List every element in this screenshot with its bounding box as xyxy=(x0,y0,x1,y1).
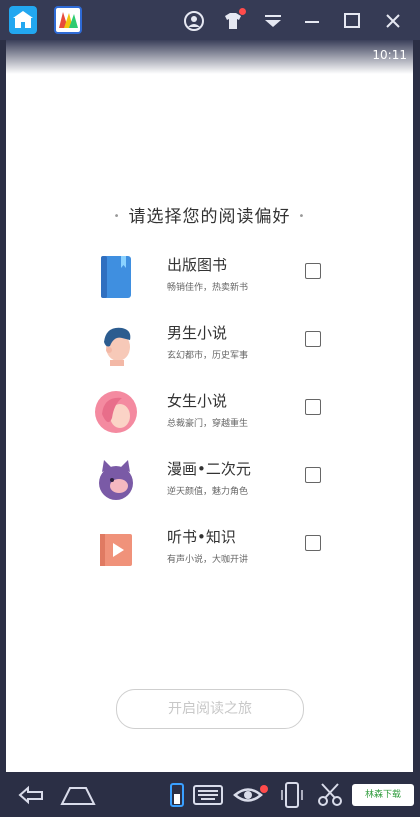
notification-dot xyxy=(239,8,246,15)
scissors-icon[interactable] xyxy=(316,782,344,815)
page-title-text: 请选择您的阅读偏好 xyxy=(128,207,291,227)
phone-shake-icon[interactable] xyxy=(280,782,304,815)
book-icon xyxy=(101,256,131,298)
maximize-icon[interactable] xyxy=(341,10,363,32)
heading-bullet-right: • xyxy=(298,211,306,222)
phone-screen: 10:11 • 请选择您的阅读偏好 • 出版图书 畅销佳作，热卖新书 男生小说 玄幻… xyxy=(6,40,413,772)
option-audiobooks[interactable]: 听书•知识 有声小说，大咖开讲 xyxy=(92,520,332,576)
emulator-top-bar xyxy=(0,0,420,40)
option-checkbox[interactable] xyxy=(305,331,321,347)
close-icon[interactable] xyxy=(382,10,404,32)
option-published-books[interactable]: 出版图书 畅销佳作，热卖新书 xyxy=(92,248,332,304)
option-male-novels[interactable]: 男生小说 玄幻都市，历史军事 xyxy=(92,316,332,372)
option-checkbox[interactable] xyxy=(305,467,321,483)
option-title: 女生小说 xyxy=(167,392,228,410)
minimize-icon[interactable] xyxy=(301,10,323,32)
heading-bullet-left: • xyxy=(113,211,121,222)
android-home-icon[interactable] xyxy=(58,782,98,815)
status-bar: 10:11 xyxy=(6,40,413,74)
option-checkbox[interactable] xyxy=(305,399,321,415)
home-tab-button[interactable] xyxy=(9,6,37,34)
audiobook-icon xyxy=(100,534,132,566)
reader-app-tab[interactable] xyxy=(54,6,82,34)
eye-icon[interactable] xyxy=(232,782,270,815)
option-checkbox[interactable] xyxy=(305,535,321,551)
option-subtitle: 逆天颜值，魅力角色 xyxy=(167,487,249,497)
keyboard-icon[interactable] xyxy=(192,782,224,815)
option-title: 听书•知识 xyxy=(167,528,236,546)
female-avatar-icon xyxy=(95,391,137,433)
dropdown-menu-icon[interactable] xyxy=(262,10,284,32)
option-subtitle: 玄幻都市，历史军事 xyxy=(167,351,249,361)
screen-rotate-icon[interactable] xyxy=(168,782,186,815)
option-subtitle: 有声小说，大咖开讲 xyxy=(167,555,249,565)
reader-app-icon xyxy=(59,12,78,28)
brand-label: 林森下载 xyxy=(364,790,401,800)
anime-character-icon xyxy=(99,460,133,500)
option-subtitle: 总裁豪门，穿越重生 xyxy=(167,419,249,429)
status-time: 10:11 xyxy=(372,48,407,62)
brand-logo: 林森下载 xyxy=(352,784,414,806)
home-icon xyxy=(13,11,33,28)
option-subtitle: 畅销佳作，热卖新书 xyxy=(167,283,249,293)
option-checkbox[interactable] xyxy=(305,263,321,279)
option-female-novels[interactable]: 女生小说 总裁豪门，穿越重生 xyxy=(92,384,332,440)
emulator-bottom-bar: 林森下载 xyxy=(0,772,420,817)
option-comics[interactable]: 漫画•二次元 逆天颜值，魅力角色 xyxy=(92,452,332,508)
skin-shirt-icon[interactable] xyxy=(222,8,246,32)
option-title: 漫画•二次元 xyxy=(167,460,251,478)
option-title: 男生小说 xyxy=(167,324,228,342)
male-avatar-icon xyxy=(104,327,131,366)
page-title: • 请选择您的阅读偏好 • xyxy=(6,202,413,227)
option-title: 出版图书 xyxy=(167,256,228,274)
start-reading-button[interactable]: 开启阅读之旅 xyxy=(116,689,304,729)
back-icon[interactable] xyxy=(12,782,48,815)
account-icon[interactable] xyxy=(183,10,205,32)
